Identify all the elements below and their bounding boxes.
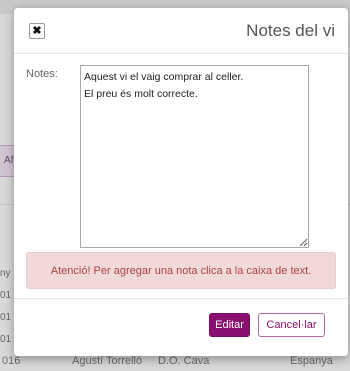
background-cell: 016: [2, 355, 21, 367]
close-button[interactable]: ✖: [29, 23, 45, 39]
notes-textarea[interactable]: Aquest vi el vaig comprar al celler. El …: [80, 65, 309, 248]
close-icon: ✖: [32, 24, 42, 37]
notes-line: Aquest vi el vaig comprar al celler.: [84, 71, 244, 83]
background-edge-text: 01: [0, 290, 12, 301]
notes-label: Notes:: [26, 68, 58, 80]
modal-header: ✖ Notes del vi: [14, 8, 348, 54]
edit-button[interactable]: Editar: [209, 313, 250, 337]
background-edge-text: 01: [0, 312, 12, 323]
background-edge-text: 01: [0, 334, 12, 345]
notes-modal: ✖ Notes del vi Notes: Aquest vi el vaig …: [14, 8, 348, 356]
background-cell: Agustí Torrelló: [72, 355, 143, 367]
background-tab-label: Af: [4, 155, 14, 166]
notes-line: El preu és molt correcte.: [84, 88, 198, 100]
background-edge-text: ny: [0, 268, 11, 279]
cancel-button[interactable]: Cancel·lar: [258, 313, 325, 337]
resize-grip-icon[interactable]: [300, 239, 307, 246]
background-cell: D.O. Cava: [158, 355, 210, 367]
alert-text: Atenció! Per agregar una nota clica a la…: [50, 264, 312, 277]
modal-title: Notes del vi: [246, 21, 335, 40]
info-alert: Atenció! Per agregar una nota clica a la…: [26, 252, 336, 289]
background-cell: Espanya: [290, 355, 333, 367]
modal-footer-divider: [14, 298, 348, 299]
